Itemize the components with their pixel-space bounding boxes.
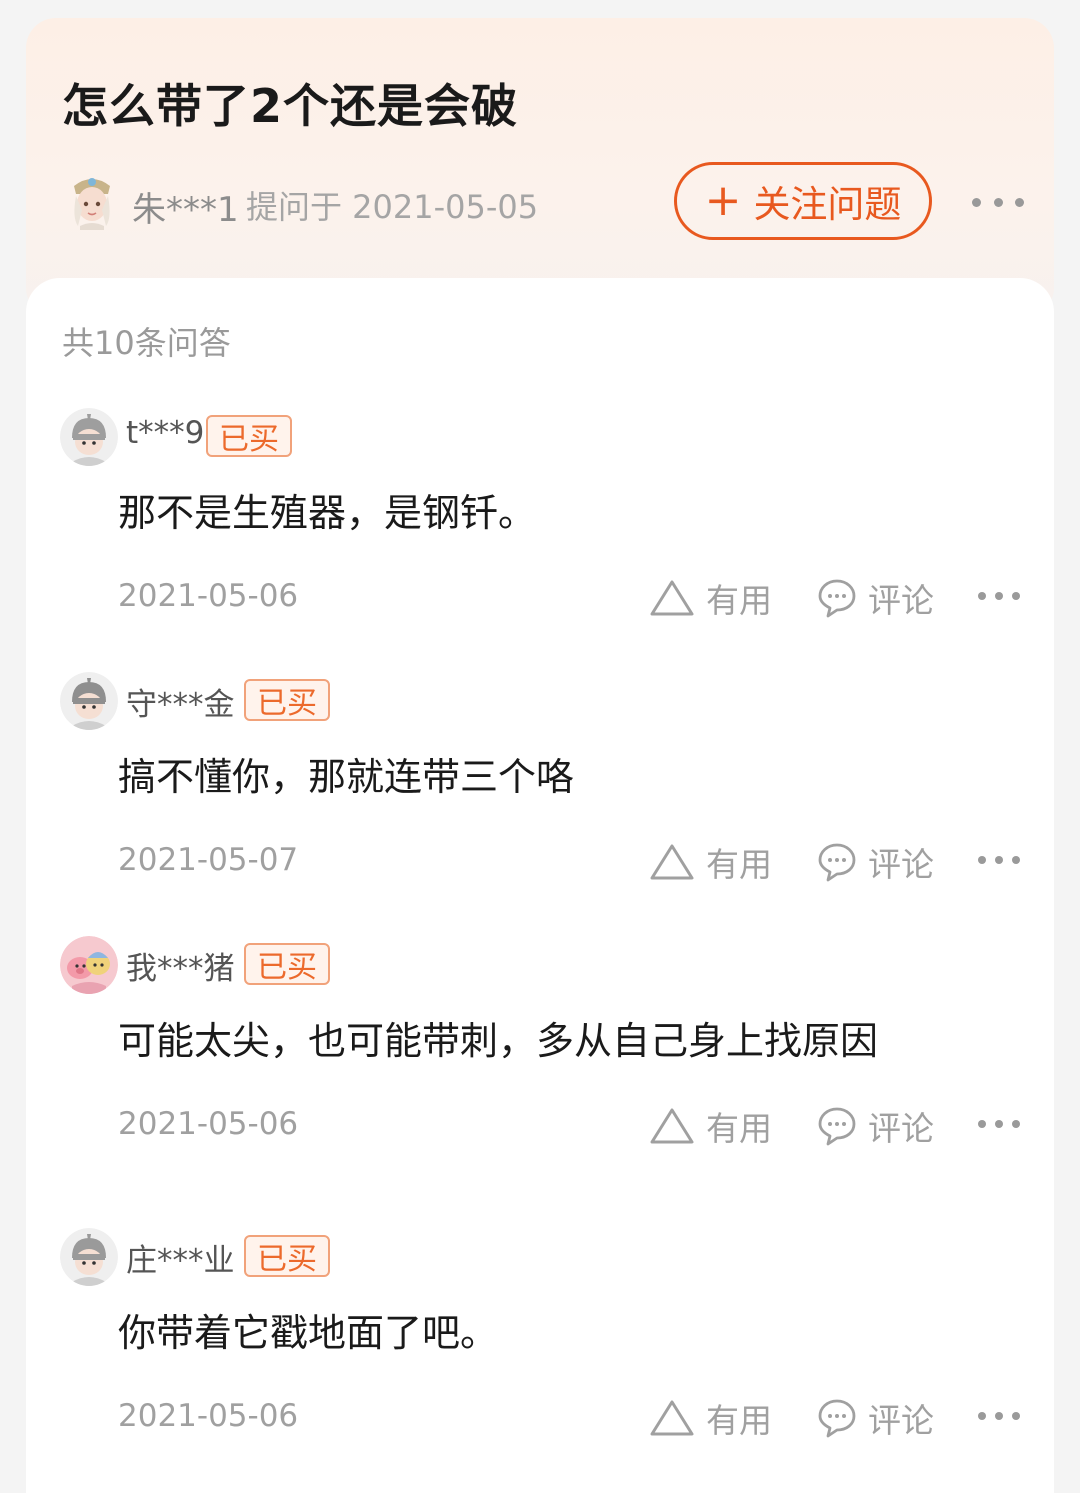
answers-card: 共10条问答 t***9 已买 那不是生殖器，是钢钎。 2021-05-06 有… [26, 278, 1054, 1493]
answer-username[interactable]: 我***猪 [126, 943, 235, 988]
comment-button[interactable]: 评论 [816, 1102, 934, 1150]
bought-badge: 已买 [206, 415, 292, 457]
useful-label: 有用 [706, 581, 772, 620]
follow-question-button[interactable]: + 关注问题 [674, 162, 932, 240]
follow-question-label: 关注问题 [753, 183, 902, 226]
answer-text: 你带着它戳地面了吧。 [118, 1311, 499, 1355]
comment-label: 评论 [868, 845, 934, 884]
answer-more-icon[interactable] [978, 590, 1020, 602]
question-card: 怎么带了2个还是会破 朱***1 提问于 2021-05-05 + 关注问题 [26, 18, 1054, 318]
useful-button[interactable]: 有用 [648, 838, 772, 886]
answer-more-icon[interactable] [978, 854, 1020, 866]
answer-username[interactable]: 庄***业 [126, 1235, 235, 1280]
comment-icon [818, 579, 856, 618]
avatar[interactable] [60, 936, 118, 994]
comment-icon [818, 1107, 856, 1146]
answer-date: 2021-05-06 [118, 578, 299, 614]
comment-label: 评论 [868, 581, 934, 620]
answer-text: 搞不懂你，那就连带三个咯 [118, 755, 575, 799]
triangle-up-icon [650, 1400, 694, 1436]
plus-icon: + [704, 175, 742, 226]
answer-count: 共10条问答 [62, 324, 231, 362]
bought-badge: 已买 [244, 679, 330, 721]
bought-badge: 已买 [244, 1235, 330, 1277]
answer-text: 那不是生殖器，是钢钎。 [118, 491, 537, 535]
comment-icon [818, 843, 856, 882]
avatar[interactable] [60, 1228, 118, 1286]
answer-text: 可能太尖，也可能带刺，多从自己身上找原因 [118, 1019, 879, 1063]
asker-name[interactable]: 朱***1 [132, 182, 239, 231]
answer-date: 2021-05-06 [118, 1398, 299, 1434]
avatar[interactable] [60, 408, 118, 466]
question-more-icon[interactable] [972, 184, 1024, 220]
answer-more-icon[interactable] [978, 1118, 1020, 1130]
useful-label: 有用 [706, 1401, 772, 1440]
useful-button[interactable]: 有用 [648, 1394, 772, 1442]
answer-date: 2021-05-07 [118, 842, 299, 878]
comment-button[interactable]: 评论 [816, 574, 934, 622]
useful-button[interactable]: 有用 [648, 1102, 772, 1150]
comment-icon [818, 1399, 856, 1438]
comment-button[interactable]: 评论 [816, 838, 934, 886]
comment-button[interactable]: 评论 [816, 1394, 934, 1442]
avatar[interactable] [60, 672, 118, 730]
answer-username[interactable]: 守***金 [126, 679, 235, 724]
bought-badge: 已买 [244, 943, 330, 985]
useful-label: 有用 [706, 845, 772, 884]
answer-more-icon[interactable] [978, 1410, 1020, 1422]
useful-label: 有用 [706, 1109, 772, 1148]
useful-button[interactable]: 有用 [648, 574, 772, 622]
triangle-up-icon [650, 844, 694, 880]
comment-label: 评论 [868, 1401, 934, 1440]
triangle-up-icon [650, 1108, 694, 1144]
comment-label: 评论 [868, 1109, 934, 1148]
triangle-up-icon [650, 580, 694, 616]
asker-avatar[interactable] [64, 170, 120, 230]
asked-date: 提问于 2021-05-05 [246, 188, 539, 226]
answer-username[interactable]: t***9 [126, 415, 204, 451]
answer-date: 2021-05-06 [118, 1106, 299, 1142]
question-title: 怎么带了2个还是会破 [62, 79, 519, 133]
